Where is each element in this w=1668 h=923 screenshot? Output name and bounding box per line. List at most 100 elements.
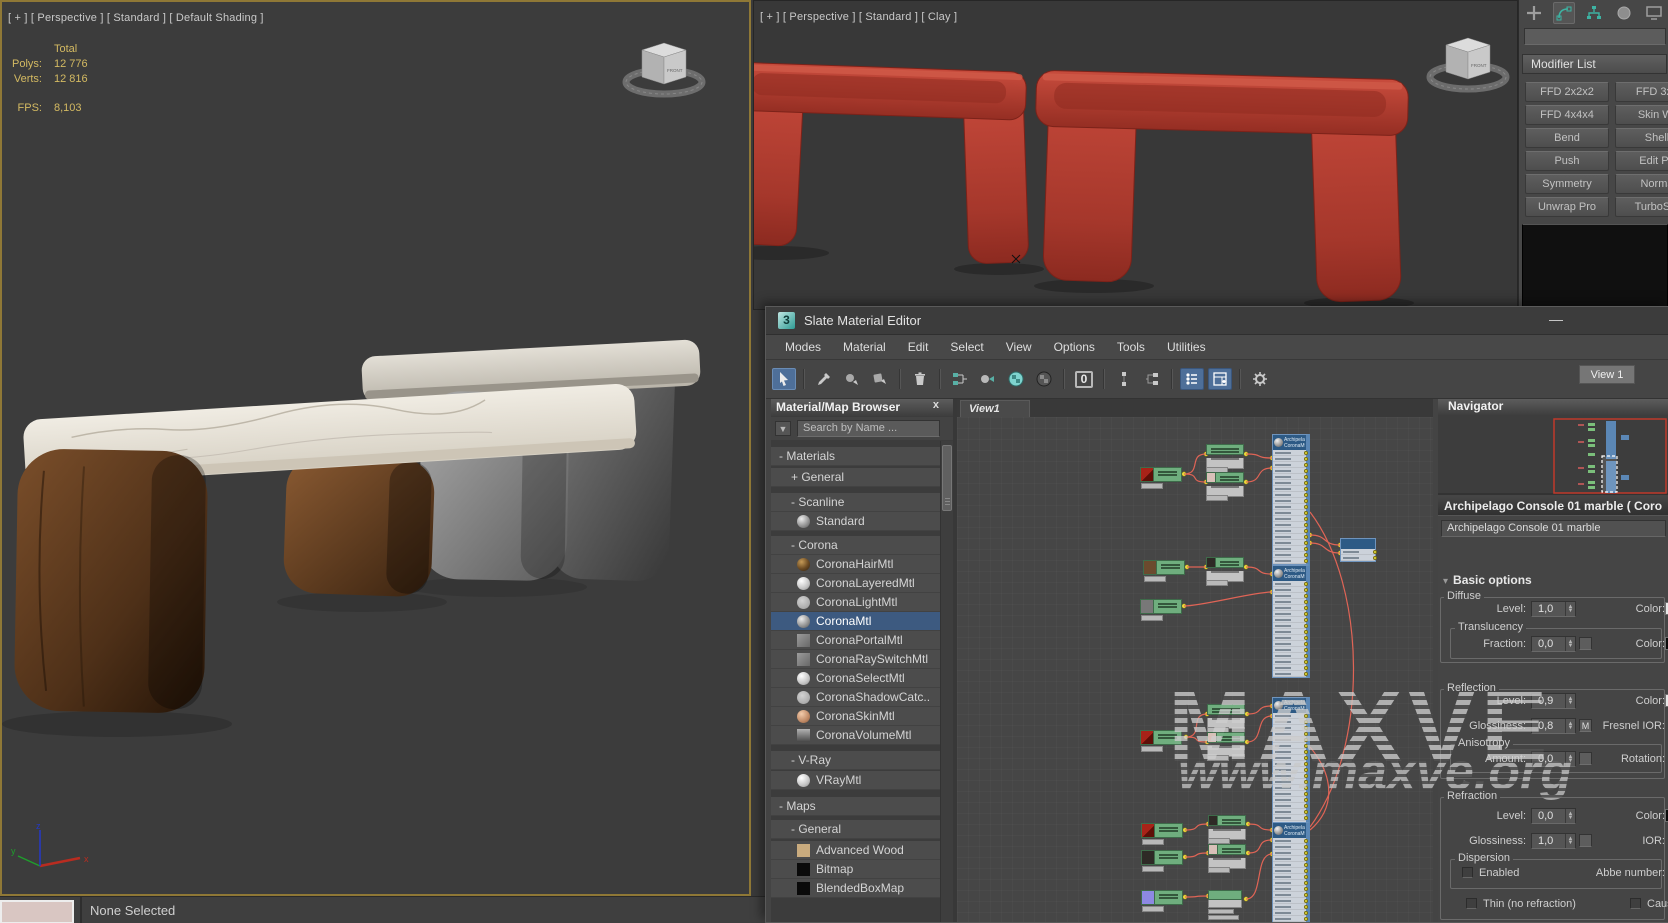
view1-tab[interactable]: View1: [960, 400, 1030, 417]
node-cc[interactable]: [1206, 557, 1244, 582]
browser-row[interactable]: - Maps: [771, 797, 940, 816]
browser-row[interactable]: CoronaHairMtl: [771, 555, 940, 574]
translucency-map-button[interactable]: [1579, 637, 1592, 650]
scrollbar-thumb[interactable]: [942, 445, 952, 511]
refraction-level-spinner[interactable]: 0,0: [1531, 808, 1576, 824]
caustics-checkbox[interactable]: [1630, 898, 1641, 909]
browser-row[interactable]: CoronaSkinMtl: [771, 707, 940, 726]
color-swatch[interactable]: [0, 900, 74, 923]
layout-all-icon[interactable]: [976, 368, 1000, 390]
modifier-button[interactable]: Skin Wr: [1615, 105, 1668, 125]
browser-row[interactable]: - Materials: [771, 447, 940, 466]
browser-row[interactable]: CoronaMtl: [771, 612, 940, 631]
options-gear-icon[interactable]: [1248, 368, 1272, 390]
modifier-button[interactable]: Norma: [1615, 174, 1668, 194]
node-mtl[interactable]: Archipela...CoronaMtl: [1272, 565, 1310, 678]
reflection-level-spinner[interactable]: 0,9: [1531, 693, 1576, 709]
dispersion-enabled-checkbox[interactable]: [1462, 867, 1473, 878]
console-table-model[interactable]: [2, 2, 749, 894]
node-mtl[interactable]: Archipela...CoronaMtl: [1272, 822, 1310, 923]
preview-window-icon[interactable]: [1208, 368, 1232, 390]
browser-row[interactable]: - General: [771, 820, 940, 839]
viewcube[interactable]: FRONT: [1422, 29, 1518, 109]
modifier-button[interactable]: Edit Po: [1615, 151, 1668, 171]
node-graph-view[interactable]: Archipela...CoronaMtlArchipela...CoronaM…: [957, 417, 1433, 923]
menu-tools[interactable]: Tools: [1106, 337, 1156, 357]
basic-options-rollout[interactable]: ▾Basic options: [1443, 573, 1532, 587]
browser-row[interactable]: - Scanline: [771, 493, 940, 512]
browser-row[interactable]: Bitmap: [771, 860, 940, 879]
display-tab-icon[interactable]: [1643, 2, 1665, 24]
create-tab-icon[interactable]: [1523, 2, 1545, 24]
anisotropy-amount-spinner[interactable]: 0,0: [1531, 751, 1576, 767]
node-bitmap[interactable]: [1140, 730, 1182, 745]
viewport-shaded[interactable]: [ + ] [ Perspective ] [ Standard ] [ Def…: [0, 0, 751, 896]
modifier-list-dropdown[interactable]: Modifier List: [1522, 54, 1667, 74]
node-bitmap[interactable]: [1141, 850, 1183, 865]
node-stub[interactable]: [1340, 538, 1376, 562]
minimize-button[interactable]: —: [1549, 311, 1563, 327]
viewcube[interactable]: FRONT: [612, 32, 722, 112]
modifier-button[interactable]: Shell: [1615, 128, 1668, 148]
node-preview-icon[interactable]: [1140, 368, 1164, 390]
modifier-button[interactable]: TurboSm: [1615, 197, 1668, 217]
browser-row[interactable]: CoronaLayeredMtl: [771, 574, 940, 593]
modifier-button[interactable]: Push: [1525, 151, 1609, 171]
clay-console-models[interactable]: [754, 1, 1517, 309]
node-cc[interactable]: [1208, 815, 1246, 840]
browser-row[interactable]: VRayMtl: [771, 771, 940, 790]
menu-options[interactable]: Options: [1043, 337, 1106, 357]
material-name-field[interactable]: Archipelago Console 01 marble: [1441, 520, 1666, 537]
chevron-down-icon[interactable]: ▼: [775, 421, 791, 436]
node-bitmap[interactable]: [1143, 560, 1185, 575]
browser-row[interactable]: + General: [771, 468, 940, 487]
browser-row[interactable]: CoronaPortalMtl: [771, 631, 940, 650]
node-cc[interactable]: [1207, 732, 1245, 757]
put-material-icon[interactable]: [868, 368, 892, 390]
hide-unused-nodeslots-icon[interactable]: [1112, 368, 1136, 390]
modifier-button[interactable]: Unwrap Pro: [1525, 197, 1609, 217]
pick-material-icon[interactable]: [812, 368, 836, 390]
browser-row[interactable]: CoronaSelectMtl: [771, 669, 940, 688]
menu-material[interactable]: Material: [832, 337, 897, 357]
browser-row[interactable]: - V-Ray: [771, 751, 940, 770]
node-bitmap[interactable]: [1140, 467, 1182, 482]
browser-row[interactable]: - Corona: [771, 536, 940, 555]
reflection-glossiness-spinner[interactable]: 0,8: [1531, 718, 1576, 734]
select-tool-icon[interactable]: [772, 368, 796, 390]
view-selector[interactable]: View 1: [1579, 365, 1635, 384]
close-icon[interactable]: x: [933, 399, 939, 411]
node-bitmap[interactable]: [1140, 599, 1182, 614]
browser-row[interactable]: BlendedBoxMap: [771, 879, 940, 898]
menu-view[interactable]: View: [995, 337, 1043, 357]
node-cc[interactable]: [1207, 704, 1245, 729]
show-shaded-map-icon[interactable]: [1032, 368, 1056, 390]
diffuse-level-spinner[interactable]: 1,0: [1531, 601, 1576, 617]
node-mtl[interactable]: Archipela...CoronaMtl: [1272, 697, 1310, 828]
show-map-in-viewport-icon[interactable]: [1004, 368, 1028, 390]
menu-edit[interactable]: Edit: [897, 337, 940, 357]
node-bitmap[interactable]: [1141, 823, 1183, 838]
node-cc[interactable]: [1208, 844, 1246, 869]
node-norm[interactable]: [1208, 890, 1242, 908]
node-cc[interactable]: [1206, 472, 1244, 497]
viewport-clay[interactable]: [ + ] [ Perspective ] [ Standard ] [ Cla…: [753, 0, 1518, 310]
reflection-glossiness-map-button[interactable]: M: [1579, 719, 1592, 732]
browser-row[interactable]: CoronaLightMtl: [771, 593, 940, 612]
modifier-button[interactable]: FFD 3x3: [1615, 82, 1668, 102]
menu-utilities[interactable]: Utilities: [1156, 337, 1217, 357]
object-name-field[interactable]: [1524, 28, 1666, 45]
modifier-button[interactable]: Bend: [1525, 128, 1609, 148]
node-bitmap[interactable]: [1141, 890, 1183, 905]
translucency-fraction-spinner[interactable]: 0,0: [1531, 636, 1576, 652]
node-cc[interactable]: [1206, 444, 1244, 469]
delete-node-icon[interactable]: [908, 368, 932, 390]
browser-row[interactable]: CoronaVolumeMtl: [771, 726, 940, 745]
refraction-glossiness-spinner[interactable]: 1,0: [1531, 833, 1576, 849]
modifier-button[interactable]: FFD 4x4x4: [1525, 105, 1609, 125]
show-background-icon[interactable]: 0: [1072, 368, 1096, 390]
browser-row[interactable]: CoronaShadowCatc..: [771, 688, 940, 707]
menu-select[interactable]: Select: [939, 337, 994, 357]
browser-row[interactable]: CoronaRaySwitchMtl: [771, 650, 940, 669]
search-input[interactable]: Search by Name ...: [797, 420, 940, 437]
